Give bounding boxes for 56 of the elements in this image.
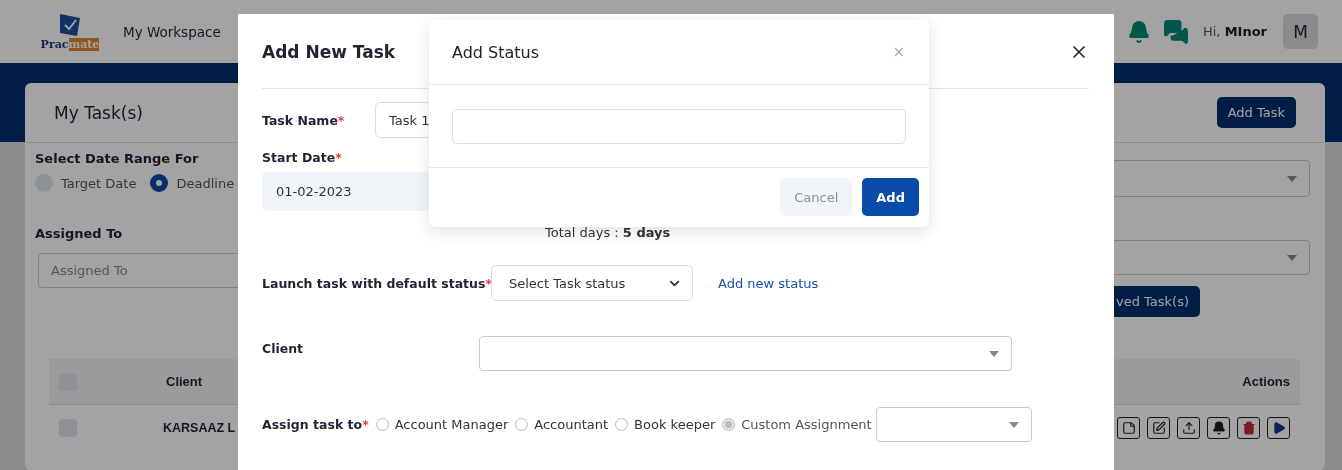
radio-label: Account Manager	[394, 417, 509, 432]
field-label: Start Date*	[262, 150, 342, 165]
field-label: Task Name*	[262, 112, 346, 128]
required-mark: *	[337, 112, 345, 128]
caret-icon	[989, 350, 999, 357]
dialog-title: Add New Task	[262, 42, 396, 62]
status-name-field[interactable]	[452, 109, 906, 144]
start-date-field[interactable]: 01-02-2023	[262, 172, 430, 211]
logo-text: Prac	[40, 38, 69, 51]
bell-icon[interactable]	[1126, 19, 1151, 44]
required-mark: *	[335, 150, 342, 165]
note-icon	[1121, 421, 1136, 435]
field-label: Assign task to*	[262, 417, 369, 432]
filter-label: Select Date Range For	[35, 151, 199, 166]
caret-icon	[1287, 254, 1297, 261]
caret-icon	[1008, 421, 1019, 428]
dialog-title: Add Status	[452, 42, 540, 62]
greeting: Hi, MInor	[1202, 24, 1267, 39]
play-button[interactable]	[1267, 417, 1290, 439]
trash-button[interactable]	[1237, 417, 1260, 439]
add-button[interactable]: Add	[862, 178, 919, 216]
radio-button[interactable]	[515, 418, 529, 431]
radio-button[interactable]	[615, 418, 629, 431]
nav-link[interactable]: My Workspace	[123, 23, 221, 40]
radio-button[interactable]	[150, 174, 169, 192]
radio-label: Target Date	[61, 175, 137, 191]
note-button[interactable]	[1117, 417, 1140, 439]
logo-highlight-text: mate	[68, 38, 100, 51]
column-header: Actions	[1242, 374, 1290, 389]
bell-icon	[1211, 421, 1226, 435]
total-days-text: Total days : 5 days	[545, 225, 671, 240]
column-header: Client	[166, 374, 203, 389]
user-avatar[interactable]: M	[1283, 14, 1318, 49]
radio-button[interactable]	[375, 418, 389, 431]
filter-label: Assigned To	[35, 226, 123, 241]
status-select[interactable]: Select Task status	[491, 265, 693, 301]
page-title: My Task(s)	[54, 102, 143, 123]
edit-icon	[1151, 421, 1166, 435]
chat-icon[interactable]	[1162, 18, 1189, 45]
table-cell: KARSAAZ L	[163, 421, 236, 435]
upload-icon	[1181, 421, 1196, 435]
radio-label: Accountant	[534, 417, 609, 432]
add-task-button[interactable]: Add Task	[1216, 97, 1296, 128]
trash-icon	[1241, 421, 1256, 435]
upload-button[interactable]	[1177, 417, 1200, 439]
required-mark: *	[362, 417, 369, 432]
radio-label: Custom Assignment	[741, 417, 872, 432]
logo-icon	[57, 12, 83, 38]
play-icon	[1271, 421, 1286, 435]
field-label: Client	[262, 341, 305, 356]
radio-label: Deadline	[176, 175, 235, 191]
caret-icon	[1287, 175, 1297, 182]
radio-label: Book keeper	[634, 417, 716, 432]
add-status-link[interactable]: Add new status	[718, 275, 819, 291]
bell-button[interactable]	[1207, 417, 1230, 439]
edit-button[interactable]	[1147, 417, 1170, 439]
